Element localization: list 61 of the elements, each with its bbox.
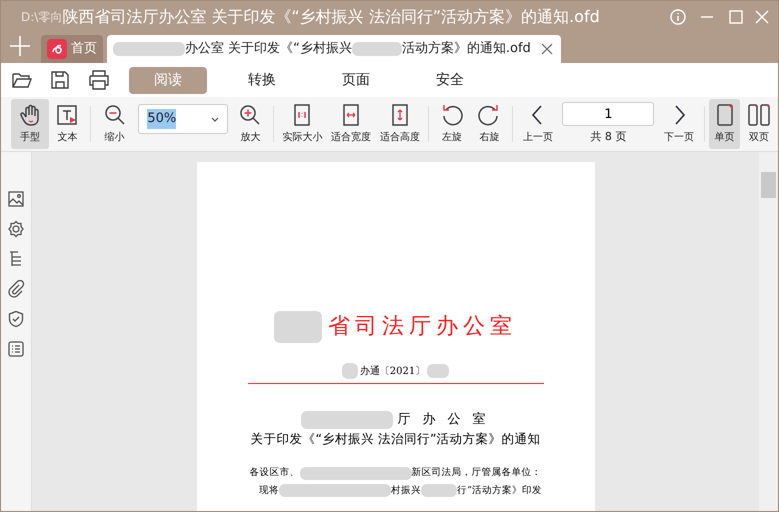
text-fragment: 现将	[259, 484, 280, 498]
close-icon[interactable]	[540, 43, 553, 55]
toolbar-button[interactable]: 右旋	[470, 99, 508, 149]
redaction-blur	[342, 363, 358, 379]
scrollbar[interactable]	[759, 152, 778, 511]
redaction-blur	[427, 364, 450, 378]
zoom-dropdown[interactable]: 50%	[138, 104, 228, 134]
toolbar-button[interactable]: 放大	[232, 99, 270, 149]
menu-tab[interactable]: 安全	[411, 66, 489, 94]
settings-icon[interactable]	[7, 220, 25, 238]
text-fragment: 新区司法局，厅管属各单位：	[412, 466, 542, 480]
maximize-icon[interactable]	[728, 8, 744, 24]
text-fragment: 村振兴	[391, 484, 422, 498]
chevron-right-icon	[673, 105, 685, 125]
redaction-blur	[113, 42, 185, 56]
menu-tab[interactable]: 转换	[223, 66, 301, 94]
text-fragment: 各设区市、	[250, 466, 300, 480]
document-title: 关于印发《“乡村振兴 法治同行”活动方案》的通知	[250, 430, 540, 448]
caret-icon	[210, 116, 219, 122]
toolbar-button[interactable]: 双页	[740, 99, 778, 149]
info-icon[interactable]	[670, 8, 686, 24]
file-path: D:\零向	[21, 8, 62, 26]
list-icon[interactable]	[7, 340, 25, 358]
text-fragment: 办公室 关于印发《“乡村振兴	[185, 40, 352, 58]
redaction-blur	[352, 42, 402, 56]
new-tab-icon[interactable]	[9, 35, 31, 57]
window-title: 陕西省司法厅办公室 关于印发《“乡村振兴 法治同行”活动方案》的通知.ofd	[62, 6, 600, 28]
toolbar-button[interactable]: 文本	[48, 99, 86, 149]
toolbar-button[interactable]: 手型	[11, 99, 48, 149]
two-page-icon	[747, 103, 772, 127]
shield-icon[interactable]	[7, 310, 25, 328]
text-fragment: 活动方案》的通知.ofd	[402, 40, 531, 58]
image-icon[interactable]	[7, 190, 25, 208]
document-number: 办通〔2021〕	[360, 364, 426, 378]
document-tab[interactable]: 办公室 关于印发《“乡村振兴 活动方案》的通知.ofd	[107, 35, 561, 63]
printer-icon[interactable]	[87, 69, 111, 91]
save-icon[interactable]	[49, 69, 71, 91]
toolbar-button[interactable]: 上一页	[517, 99, 558, 149]
redaction-blur	[274, 310, 322, 342]
toolbar-button[interactable]: 左旋	[433, 99, 471, 149]
letterhead: 省司法厅办公室	[328, 313, 517, 341]
toolbar-button[interactable]: 适合高度	[376, 99, 424, 149]
menu-tab[interactable]: 页面	[317, 66, 395, 94]
paperclip-icon[interactable]	[7, 280, 25, 298]
toolbar-button[interactable]: 下一页	[658, 99, 700, 149]
redaction-blur	[421, 484, 458, 498]
hand-icon	[18, 103, 42, 127]
page-count: 共 8 页	[590, 129, 626, 146]
text-select-icon	[55, 103, 80, 127]
toolbar-button[interactable]: 缩小	[94, 99, 134, 149]
chevron-left-icon	[532, 105, 544, 125]
document-title: 厅 办 公 室	[397, 411, 490, 429]
toolbar-button[interactable]: 单页	[708, 99, 740, 149]
toolbar-button[interactable]: 实际大小	[278, 99, 327, 149]
home-tab[interactable]: 首页	[41, 35, 103, 63]
page-number-field[interactable]: 1	[562, 102, 654, 126]
zoom-out-icon	[102, 103, 127, 127]
text-fragment: 行”活动方案》印发	[457, 484, 542, 498]
toolbar-button[interactable]: 适合宽度	[326, 99, 376, 149]
zoom-in-icon	[238, 103, 262, 127]
app-logo-icon	[47, 39, 67, 59]
